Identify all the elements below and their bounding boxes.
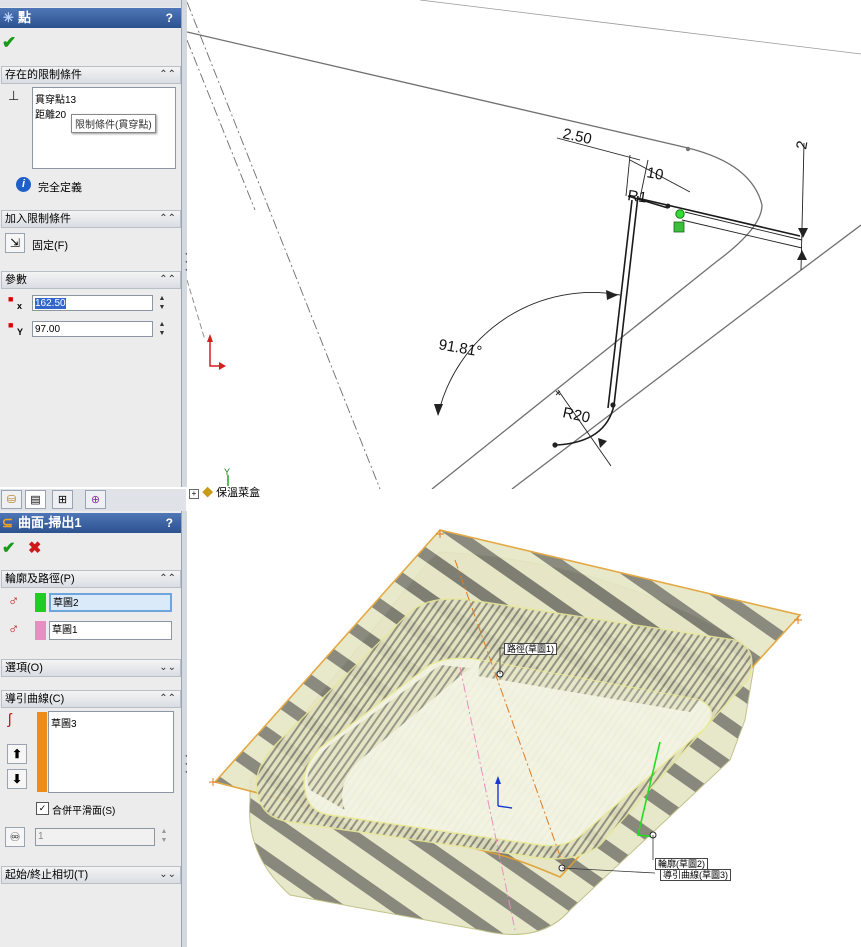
y-value-input[interactable]: 97.00 xyxy=(32,321,153,337)
model-viewport[interactable] xyxy=(187,501,861,947)
fixed-relation-label[interactable]: 固定(F) xyxy=(32,237,68,253)
section-count-spinner[interactable]: ▲ ▼ xyxy=(159,827,169,845)
svg-text:Y: Y xyxy=(224,467,230,477)
relation-tooltip: 限制條件(貫穿點) xyxy=(71,114,156,133)
point-title: 點 xyxy=(18,10,32,25)
property-manager-tab[interactable]: ▤ xyxy=(25,490,46,509)
relation-item[interactable]: 距離20 xyxy=(35,106,66,121)
x-coordinate-icon: ■ xyxy=(8,294,14,304)
collapse-chevron-icon[interactable]: ⌃⌃ xyxy=(159,691,176,707)
collapse-chevron-icon[interactable]: ⌃⌃ xyxy=(159,272,176,288)
manager-tab-strip: ⛁ ▤ ⊞ ⊕ xyxy=(0,489,186,511)
feature-manager-tab[interactable]: ⛁ xyxy=(1,490,22,509)
sketch-viewport[interactable]: 2.50 10 2 R1 91.81° R20 Y xyxy=(187,0,861,489)
y-label: Y xyxy=(17,327,24,337)
merge-faces-label[interactable]: 合併平滑面(S) xyxy=(52,802,115,817)
tangency-header[interactable]: 起始/終止相切(T) ⌄⌄ xyxy=(1,866,181,884)
relation-item[interactable]: 貫穿點13 xyxy=(35,91,76,106)
y-spinner[interactable]: ▲ ▼ xyxy=(157,320,167,338)
profile-color-swatch xyxy=(35,593,46,612)
section-count-input[interactable]: 1 xyxy=(35,828,155,846)
tree-node-label: 保溫菜盒 xyxy=(216,487,261,499)
guide-color-swatch xyxy=(37,712,47,792)
dim-label: 10 xyxy=(645,164,664,184)
expand-chevron-icon[interactable]: ⌄⌄ xyxy=(159,660,176,676)
merge-faces-checkbox[interactable]: ✓ xyxy=(36,802,49,815)
feature-tree-node[interactable]: + ◆ 保溫菜盒 xyxy=(189,486,261,500)
part-icon: ◆ xyxy=(202,487,214,499)
path-color-swatch xyxy=(35,621,46,640)
help-button[interactable]: ? xyxy=(166,513,173,533)
move-down-button[interactable]: ⬇ xyxy=(7,769,27,789)
guide-curves-header[interactable]: 導引曲線(C) ⌃⌃ xyxy=(1,690,181,708)
sweep-surface-icon: ⊆ xyxy=(2,515,13,530)
sweep-property-manager: ⊆ 曲面-掃出1 ? ✔ ✖ 輪廓及路徑(P) ⌃⌃ ♂ 草圖2 ♂ 草圖1 選… xyxy=(0,511,182,947)
info-icon: i xyxy=(16,177,31,192)
options-header[interactable]: 選項(O) ⌄⌄ xyxy=(1,659,181,677)
x-value-input[interactable]: 162.50 xyxy=(32,295,153,311)
profile-selection-field[interactable]: 草圖2 xyxy=(49,593,172,612)
sweep-title-bar: ⊆ 曲面-掃出1 ? xyxy=(0,513,181,533)
path-callout: 路徑(草圖1) xyxy=(504,643,557,655)
dim-label: R1 xyxy=(626,187,647,207)
ok-checkmark-icon[interactable]: ✔ xyxy=(2,33,16,53)
path-icon: ♂ xyxy=(8,621,20,638)
ok-checkmark-icon[interactable]: ✔ xyxy=(2,538,15,558)
collapse-chevron-icon[interactable]: ⌃⌃ xyxy=(159,67,176,83)
expand-chevron-icon[interactable]: ⌄⌄ xyxy=(159,867,176,883)
x-value-text: 162.50 xyxy=(35,298,66,309)
guide-callout: 導引曲線(草圖3) xyxy=(660,869,731,881)
status-text: 完全定義 xyxy=(38,182,82,194)
collapse-chevron-icon[interactable]: ⌃⌃ xyxy=(159,571,176,587)
collapse-chevron-icon[interactable]: ⌃⌃ xyxy=(159,211,176,227)
profile-icon: ♂ xyxy=(8,593,20,610)
fix-relation-icon[interactable]: ⇲ xyxy=(5,233,25,253)
guide-curve-icon: ʃ xyxy=(8,711,12,728)
x-spinner[interactable]: ▲ ▼ xyxy=(157,294,167,312)
x-label: x xyxy=(17,301,23,311)
dim-expert-tab[interactable]: ⊕ xyxy=(85,490,106,509)
point-property-manager: ✳ 點 ? ✔ 存在的限制條件 ⌃⌃ ⊥ 貫穿點13 距離20 限制條件(貫穿點… xyxy=(0,0,182,487)
guide-curve-item[interactable]: 草圖3 xyxy=(51,715,77,730)
cancel-x-icon[interactable]: ✖ xyxy=(28,538,41,558)
existing-relations-header[interactable]: 存在的限制條件 ⌃⌃ xyxy=(1,66,181,84)
path-selection-field[interactable]: 草圖1 xyxy=(49,621,172,640)
point-icon: ✳ xyxy=(3,10,14,25)
show-sections-icon[interactable]: ♾ xyxy=(5,827,25,847)
move-up-button[interactable]: ⬆ xyxy=(7,744,27,764)
configuration-manager-tab[interactable]: ⊞ xyxy=(52,490,73,509)
add-relations-header[interactable]: 加入限制條件 ⌃⌃ xyxy=(1,210,181,228)
profile-path-header[interactable]: 輪廓及路徑(P) ⌃⌃ xyxy=(1,570,181,588)
y-coordinate-icon: ■ xyxy=(8,320,14,330)
guide-curves-list[interactable]: 草圖3 xyxy=(48,711,174,793)
pierce-relation-icon: ⊥ xyxy=(8,88,20,103)
top-tab-strip xyxy=(0,0,181,7)
point-title-bar: ✳ 點 ? xyxy=(0,8,181,28)
help-button[interactable]: ? xyxy=(166,8,173,28)
expand-icon[interactable]: + xyxy=(189,489,199,499)
parameters-header[interactable]: 參數 ⌃⌃ xyxy=(1,271,181,289)
sweep-title: 曲面-掃出1 xyxy=(18,515,82,530)
